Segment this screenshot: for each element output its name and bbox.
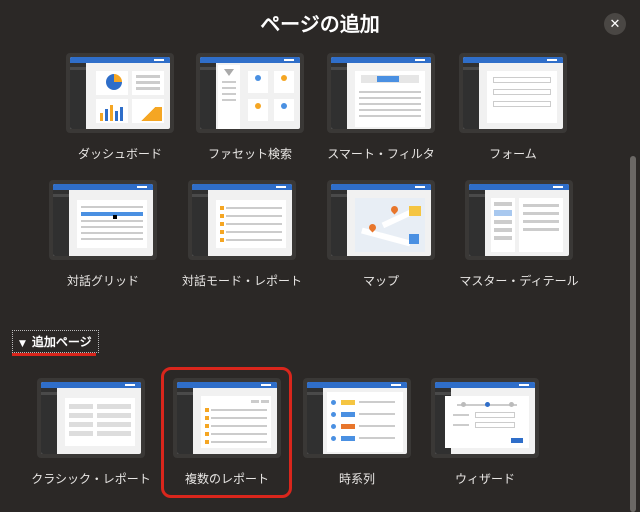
scrollbar[interactable] [630, 156, 636, 512]
timeline-icon [307, 382, 407, 454]
template-smart-filter[interactable] [327, 53, 435, 133]
template-map[interactable] [327, 180, 435, 260]
map-icon [331, 184, 431, 256]
wizard-icon [435, 382, 535, 454]
template-label: フォーム [489, 147, 537, 161]
master-detail-icon [469, 184, 569, 256]
smart-filter-icon [331, 57, 431, 129]
close-button[interactable]: ✕ [604, 13, 626, 35]
dialog-title: ページの追加 [260, 12, 380, 36]
template-facet-search[interactable] [196, 53, 304, 133]
annotation-highlight-box [161, 367, 292, 498]
interactive-report-icon [192, 184, 292, 256]
template-label: マスター・ディテール [459, 274, 579, 288]
template-label: ウィザード [454, 472, 515, 486]
template-label: マップ [362, 274, 399, 288]
interactive-grid-icon [53, 184, 153, 256]
close-icon: ✕ [609, 16, 621, 32]
template-wizard[interactable] [431, 378, 539, 458]
template-classic-report[interactable] [37, 378, 145, 458]
annotation-underline [12, 353, 96, 356]
template-interactive-report[interactable] [188, 180, 296, 260]
template-dashboard[interactable] [66, 53, 174, 133]
template-timeline[interactable] [303, 378, 411, 458]
section-label: 追加ページ [31, 335, 92, 349]
additional-pages-toggle[interactable]: ▼ 追加ページ [12, 330, 99, 353]
dashboard-icon [70, 57, 170, 129]
facet-search-icon [200, 57, 300, 129]
triangle-down-icon: ▼ [19, 339, 26, 349]
template-label: 対話グリッド [66, 274, 139, 288]
template-form[interactable] [459, 53, 567, 133]
classic-report-icon [41, 382, 141, 454]
form-icon [463, 57, 563, 129]
template-master-detail[interactable] [465, 180, 573, 260]
template-label: 対話モード・レポート [181, 274, 302, 288]
template-interactive-grid[interactable] [49, 180, 157, 260]
